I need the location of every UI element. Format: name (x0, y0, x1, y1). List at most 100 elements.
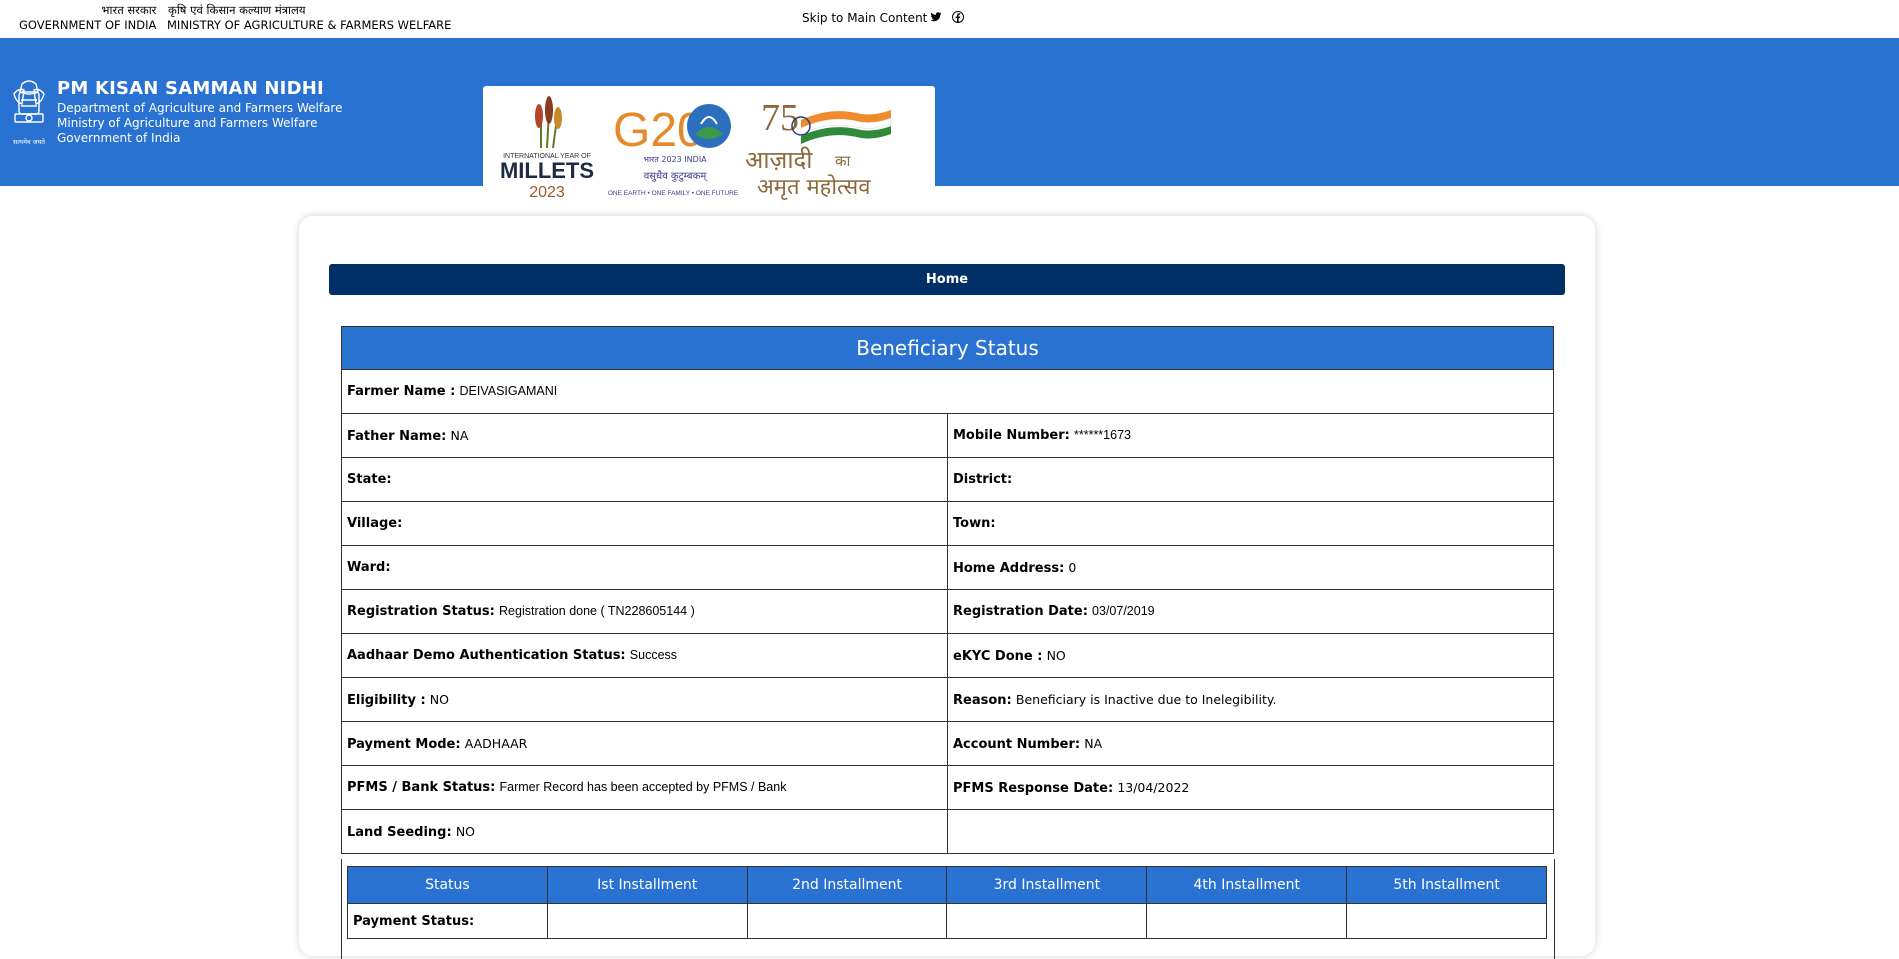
pfms-response-date-label: PFMS Response Date: (953, 780, 1114, 796)
site-subtitle: Department of Agriculture and Farmers We… (57, 101, 342, 146)
site-header: सत्यमेव जयते PM KISAN SAMMAN NIDHI Depar… (0, 38, 1899, 214)
father-name-label: Father Name: (347, 428, 447, 444)
installment-4-cell (1146, 903, 1348, 939)
site-title[interactable]: PM KISAN SAMMAN NIDHI (57, 78, 324, 99)
col-header-installment-2: 2nd Installment (746, 866, 948, 904)
village-cell: Village: (341, 501, 948, 546)
event-logos-banner: INTERNATIONAL YEAR OF MILLETS 2023 G20 भ… (483, 86, 935, 214)
table-row: Village: Town: (341, 501, 1554, 546)
payment-mode-value: AADHAAR (464, 735, 528, 751)
registration-date-value: 03/07/2019 (1092, 604, 1155, 618)
department-line: Department of Agriculture and Farmers We… (57, 101, 343, 115)
ministry-link[interactable]: कृषि एवं किसान कल्याण मंत्रालय MINISTRY … (167, 3, 451, 33)
ministry-english: MINISTRY OF AGRICULTURE & FARMERS WELFAR… (167, 18, 452, 32)
reason-cell: Reason: Beneficiary is Inactive due to I… (947, 677, 1554, 722)
pfms-status-value: Farmer Record has been accepted by PFMS … (499, 780, 787, 794)
emblem-caption: सत्यमेव जयते (13, 138, 45, 146)
g20-logo-icon: G20 भारत 2023 INDIA वसुधैव कुटुम्बकम् ON… (608, 104, 739, 197)
twitter-icon[interactable] (930, 11, 942, 23)
registration-status-value: Registration done ( TN228605144 ) (499, 604, 695, 618)
father-name-cell: Father Name: NA (341, 413, 948, 458)
skip-to-main-content-link[interactable]: Skip to Main Content (802, 11, 927, 25)
aadhaar-auth-label: Aadhaar Demo Authentication Status: (347, 648, 626, 663)
g20-motto-hindi: वसुधैव कुटुम्बकम् (644, 170, 709, 182)
mobile-number-label: Mobile Number: (953, 428, 1070, 443)
pfms-status-label: PFMS / Bank Status: (347, 780, 496, 795)
table-row: Farmer Name : DEIVASIGAMANI (341, 369, 1554, 414)
registration-date-cell: Registration Date: 03/07/2019 (947, 589, 1554, 634)
gov-of-india[interactable]: भारत सरकार GOVERNMENT OF INDIA (19, 3, 156, 33)
aadhaar-auth-value: Success (629, 648, 678, 662)
col-header-status: Status (347, 866, 548, 904)
pfms-response-date-cell: PFMS Response Date: 13/04/2022 (947, 765, 1554, 810)
installment-3-cell (946, 903, 1148, 939)
table-row: Father Name: NA Mobile Number: ******167… (341, 413, 1554, 458)
government-line: Government of India (57, 131, 181, 145)
table-row: Ward: Home Address: 0 (341, 545, 1554, 590)
eligibility-value: NO (429, 691, 449, 707)
state-cell: State: (341, 457, 948, 502)
beneficiary-status-title: Beneficiary Status (341, 326, 1554, 370)
millets-year-text: 2023 (529, 184, 565, 201)
col-header-installment-5: 5th Installment (1346, 866, 1547, 904)
gov-strip: भारत सरकार GOVERNMENT OF INDIA कृषि एवं … (0, 0, 1899, 38)
account-number-value: NA (1084, 735, 1103, 751)
payment-mode-cell: Payment Mode: AADHAAR (341, 721, 948, 766)
azadi-75-text: 75 (761, 97, 799, 139)
farmer-name-label: Farmer Name : (347, 384, 456, 399)
g20-motto-text: ONE EARTH • ONE FAMILY • ONE FUTURE (608, 190, 739, 197)
facebook-icon[interactable] (952, 11, 964, 23)
reason-label: Reason: (953, 692, 1012, 708)
registration-status-cell: Registration Status: Registration done (… (341, 589, 948, 634)
installments-table: Status Ist Installment 2nd Installment 3… (347, 866, 1547, 939)
home-address-label: Home Address: (953, 560, 1065, 576)
pfms-response-date-value: 13/04/2022 (1117, 779, 1190, 795)
account-number-label: Account Number: (953, 736, 1081, 752)
state-label: State: (347, 472, 392, 487)
mobile-number-value: ******1673 (1073, 428, 1131, 442)
ekyc-label: eKYC Done : (953, 648, 1043, 664)
table-title-row: Beneficiary Status (341, 326, 1554, 370)
ward-label: Ward: (347, 560, 391, 575)
table-row: Eligibility : NO Reason: Beneficiary is … (341, 677, 1554, 722)
g20-sub-text: भारत 2023 INDIA (643, 155, 707, 164)
registration-date-label: Registration Date: (953, 604, 1088, 619)
installment-1-cell (546, 903, 748, 939)
land-seeding-value: NO (455, 823, 476, 839)
col-header-installment-4: 4th Installment (1146, 866, 1348, 904)
gov-of-india-english: GOVERNMENT OF INDIA (19, 18, 157, 32)
installment-5-cell (1346, 903, 1547, 939)
nav-home-link[interactable]: Home (926, 272, 968, 287)
col-header-installment-1: Ist Installment (546, 866, 748, 904)
empty-cell (947, 809, 1554, 854)
azadi-amrit-mahotsav-logo-icon: 75 आज़ादी का अमृत महोत्सव (745, 97, 892, 200)
beneficiary-status-table: Beneficiary Status Farmer Name : DEIVASI… (341, 326, 1554, 854)
registration-status-label: Registration Status: (347, 604, 495, 619)
installments-section: Status Ist Installment 2nd Installment 3… (347, 866, 1547, 939)
ekyc-cell: eKYC Done : NO (947, 633, 1554, 678)
gov-of-india-hindi: भारत सरकार (101, 3, 157, 17)
azadi-text: आज़ादी (745, 146, 813, 174)
table-row: Registration Status: Registration done (… (341, 589, 1554, 634)
town-cell: Town: (947, 501, 1554, 546)
ekyc-value: NO (1046, 647, 1066, 663)
installments-header-row: Status Ist Installment 2nd Installment 3… (347, 866, 1547, 904)
nav-bar: Home (329, 264, 1565, 295)
table-row: State: District: (341, 457, 1554, 502)
village-label: Village: (347, 516, 403, 531)
mobile-number-cell: Mobile Number: ******1673 (947, 413, 1554, 458)
farmer-name-value: DEIVASIGAMANI (459, 384, 558, 398)
national-emblem-icon[interactable]: सत्यमेव जयते (8, 78, 50, 150)
eligibility-label: Eligibility : (347, 692, 426, 708)
farmer-name-cell: Farmer Name : DEIVASIGAMANI (341, 369, 1554, 414)
father-name-value: NA (450, 427, 469, 443)
town-label: Town: (953, 516, 996, 531)
amrit-mahotsav-text: अमृत महोत्सव (757, 174, 871, 200)
payment-status-label: Payment Status: (347, 903, 548, 939)
land-seeding-label: Land Seeding: (347, 824, 452, 840)
payment-mode-label: Payment Mode: (347, 736, 461, 752)
table-row: Payment Mode: AADHAAR Account Number: NA (341, 721, 1554, 766)
land-seeding-cell: Land Seeding: NO (341, 809, 948, 854)
aadhaar-auth-cell: Aadhaar Demo Authentication Status: Succ… (341, 633, 948, 678)
azadi-ka-text: का (835, 152, 852, 170)
